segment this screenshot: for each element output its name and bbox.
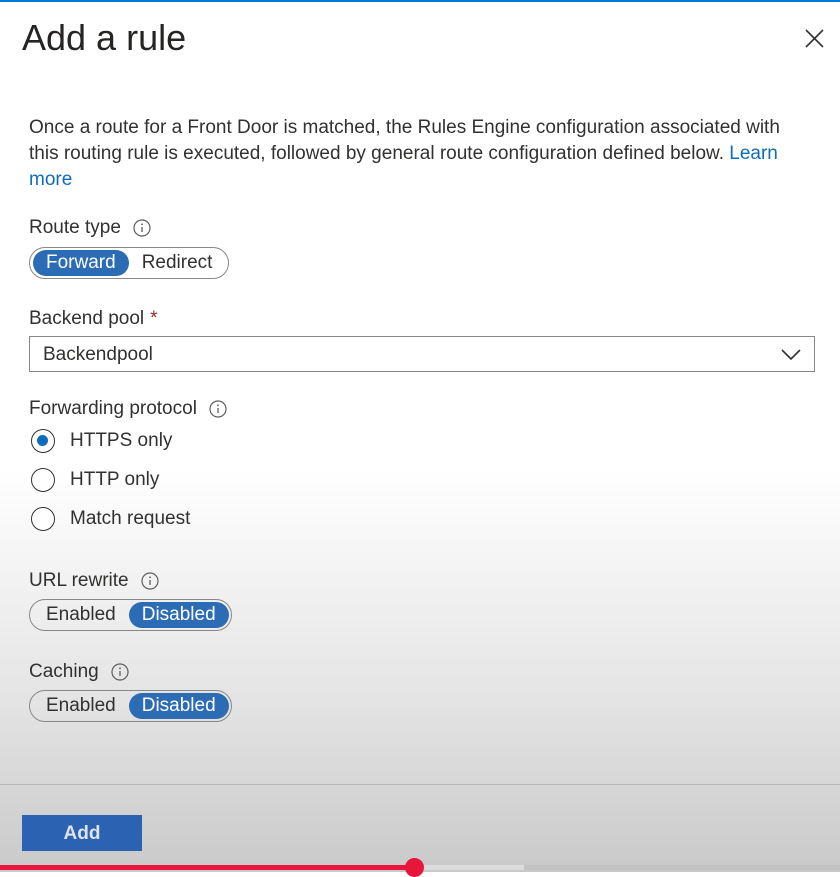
caching-label: Caching <box>29 661 99 682</box>
close-button[interactable] <box>800 24 830 54</box>
route-type-forward-option[interactable]: Forward <box>33 250 129 276</box>
radio-label: HTTPS only <box>70 430 173 451</box>
radio-https-only[interactable]: HTTPS only <box>31 429 172 453</box>
backend-pool-value: Backendpool <box>43 344 153 365</box>
url-rewrite-label-row: URL rewrite <box>29 569 159 593</box>
radio-button[interactable] <box>31 507 55 531</box>
info-icon[interactable] <box>133 219 151 237</box>
radio-button-checked[interactable] <box>31 429 55 453</box>
info-icon[interactable] <box>111 663 129 681</box>
info-icon[interactable] <box>140 572 159 590</box>
radio-label: HTTP only <box>70 469 160 490</box>
caching-enabled-option[interactable]: Enabled <box>33 693 129 719</box>
video-scrubber-handle[interactable] <box>405 858 424 877</box>
footer-divider <box>0 784 840 785</box>
caching-label-row: Caching <box>29 660 129 684</box>
url-rewrite-toggle[interactable]: Enabled Disabled <box>29 599 232 631</box>
caching-disabled-option[interactable]: Disabled <box>128 693 229 719</box>
radio-label: Match request <box>70 508 191 529</box>
chevron-down-icon <box>781 349 801 361</box>
panel-top-border <box>0 0 840 2</box>
route-type-redirect-option[interactable]: Redirect <box>129 250 226 276</box>
url-rewrite-label: URL rewrite <box>29 570 129 591</box>
url-rewrite-enabled-option[interactable]: Enabled <box>33 602 129 628</box>
required-marker: * <box>150 308 158 329</box>
description-text: Once a route for a Front Door is matched… <box>29 117 780 164</box>
url-rewrite-disabled-option[interactable]: Disabled <box>128 602 229 628</box>
forwarding-protocol-label: Forwarding protocol <box>29 398 197 419</box>
forwarding-protocol-label-row: Forwarding protocol <box>29 397 227 421</box>
radio-http-only[interactable]: HTTP only <box>31 468 159 492</box>
description: Once a route for a Front Door is matched… <box>29 115 814 193</box>
route-type-toggle[interactable]: Forward Redirect <box>29 247 229 279</box>
info-icon[interactable] <box>209 400 227 418</box>
panel-title: Add a rule <box>22 17 187 58</box>
caching-toggle[interactable]: Enabled Disabled <box>29 690 232 722</box>
backend-pool-label: Backend pool <box>29 308 145 329</box>
backend-pool-label-row: Backend pool * <box>29 307 158 331</box>
add-button[interactable]: Add <box>22 815 142 851</box>
backend-pool-dropdown[interactable]: Backendpool <box>29 336 815 372</box>
radio-match-request[interactable]: Match request <box>31 507 190 531</box>
close-icon <box>805 29 824 48</box>
route-type-label-row: Route type <box>29 216 151 240</box>
route-type-label: Route type <box>29 217 121 238</box>
video-played-bar <box>0 865 415 870</box>
radio-button[interactable] <box>31 468 55 492</box>
